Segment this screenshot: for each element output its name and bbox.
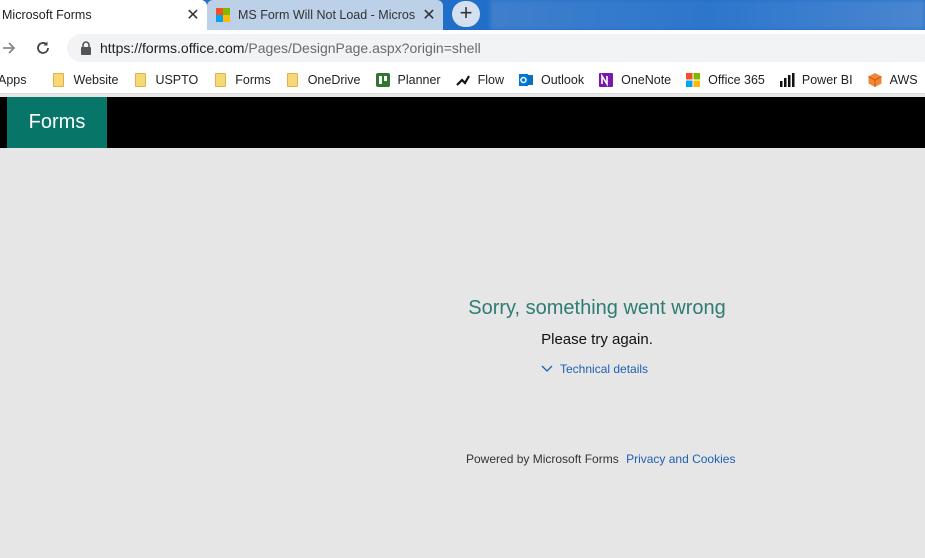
bookmark-aws[interactable]: AWS bbox=[867, 72, 918, 88]
redacted-profile-area bbox=[490, 0, 925, 30]
bookmark-power-bi[interactable]: Power BI bbox=[779, 72, 853, 88]
reload-icon[interactable] bbox=[32, 37, 54, 59]
bookmark-label: Outlook bbox=[541, 72, 585, 87]
bookmark-onedrive[interactable]: OneDrive bbox=[285, 72, 361, 88]
privacy-cookies-link[interactable]: Privacy and Cookies bbox=[626, 452, 735, 466]
url-path: /Pages/DesignPage.aspx?origin=shell bbox=[244, 40, 481, 56]
tab-strip: Microsoft Forms ✕ MS Form Will Not Load … bbox=[0, 0, 925, 30]
powerbi-icon bbox=[779, 72, 795, 88]
bookmark-outlook[interactable]: Outlook bbox=[518, 72, 584, 88]
flow-icon bbox=[455, 72, 471, 88]
forms-brand[interactable]: Forms bbox=[7, 97, 107, 148]
aws-icon bbox=[867, 72, 883, 88]
bookmark-label: Forms bbox=[235, 72, 271, 87]
tab-microsoft-forms[interactable]: Microsoft Forms ✕ bbox=[0, 0, 207, 30]
powered-by-text: Powered by Microsoft Forms bbox=[466, 452, 619, 466]
bookmark-label: Website bbox=[73, 72, 119, 87]
technical-details-label: Technical details bbox=[560, 362, 649, 376]
address-bar[interactable]: https://forms.office.com/Pages/DesignPag… bbox=[67, 34, 925, 62]
technical-details-toggle[interactable]: Technical details bbox=[541, 362, 648, 376]
tab-ms-form-will-not-load[interactable]: MS Form Will Not Load - Microsoft ✕ bbox=[207, 0, 443, 30]
bookmark-uspto[interactable]: USPTO bbox=[132, 72, 198, 88]
new-tab-button[interactable]: + bbox=[452, 1, 480, 27]
bookmark-label: OneDrive bbox=[307, 72, 361, 87]
header-edge bbox=[0, 97, 7, 148]
lock-icon bbox=[81, 41, 91, 55]
bookmark-label: Planner bbox=[397, 72, 441, 87]
url-text: https://forms.office.com/Pages/DesignPag… bbox=[100, 40, 481, 56]
browser-toolbar: https://forms.office.com/Pages/DesignPag… bbox=[0, 30, 925, 66]
url-host: https://forms.office.com bbox=[100, 40, 245, 56]
bookmark-onenote[interactable]: OneNote bbox=[598, 72, 671, 88]
onenote-icon bbox=[598, 72, 614, 88]
forward-arrow-icon[interactable] bbox=[0, 37, 20, 59]
bookmarks-bar: Apps Website USPTO Forms OneDrive Planne… bbox=[0, 66, 925, 94]
error-subtitle: Please try again. bbox=[541, 331, 653, 348]
bookmark-forms[interactable]: Forms bbox=[212, 72, 271, 88]
error-title: Sorry, something went wrong bbox=[468, 297, 726, 319]
bookmark-label: Apps bbox=[0, 72, 27, 87]
bookmark-label: Power BI bbox=[801, 72, 853, 87]
bookmark-label: OneNote bbox=[621, 72, 672, 87]
folder-icon bbox=[285, 72, 301, 88]
bookmark-label: Flow bbox=[477, 72, 504, 87]
bookmark-planner[interactable]: Planner bbox=[375, 72, 441, 88]
chevron-down-icon bbox=[541, 365, 553, 372]
footer: Powered by Microsoft Forms Privacy and C… bbox=[466, 452, 735, 466]
microsoft-logo-icon bbox=[216, 8, 230, 22]
bookmark-label: USPTO bbox=[155, 72, 199, 87]
folder-icon bbox=[212, 72, 228, 88]
outlook-icon bbox=[518, 72, 534, 88]
tab-title: Microsoft Forms bbox=[2, 8, 92, 22]
close-tab-icon[interactable]: ✕ bbox=[415, 5, 443, 25]
bookmark-flow[interactable]: Flow bbox=[455, 72, 504, 88]
bookmark-website[interactable]: Website bbox=[51, 72, 119, 88]
folder-icon bbox=[51, 72, 67, 88]
tab-title: MS Form Will Not Load - Microsoft bbox=[238, 8, 415, 22]
bookmark-label: Office 365 bbox=[708, 72, 765, 87]
planner-icon bbox=[375, 72, 391, 88]
close-tab-icon[interactable]: ✕ bbox=[179, 5, 207, 25]
bookmark-office-365[interactable]: Office 365 bbox=[685, 72, 765, 88]
folder-icon bbox=[132, 72, 148, 88]
bookmark-apps[interactable]: Apps bbox=[0, 73, 27, 87]
forms-header: Forms bbox=[0, 97, 925, 148]
bookmark-label: AWS bbox=[889, 72, 918, 87]
office-icon bbox=[685, 72, 701, 88]
